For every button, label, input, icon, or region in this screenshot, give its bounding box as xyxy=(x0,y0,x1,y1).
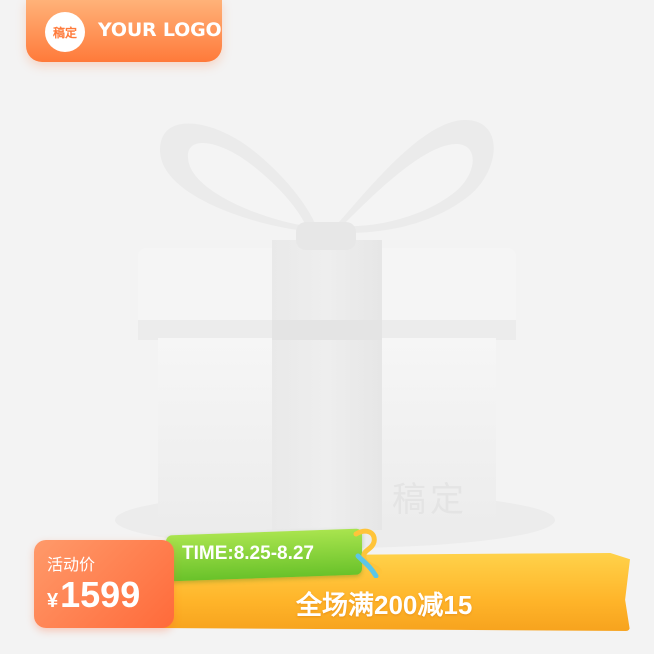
logo-mark: 稿定 xyxy=(45,12,85,52)
price-value: ¥1599 xyxy=(47,574,140,616)
ribbon-curl-icon xyxy=(353,528,383,578)
currency-symbol: ¥ xyxy=(47,590,59,612)
logo-text: YOUR LOGO xyxy=(98,19,222,41)
price-label: 活动价 xyxy=(47,555,96,574)
time-text: TIME:8.25-8.27 xyxy=(182,543,314,564)
watermark-text: 稿定 xyxy=(392,480,468,520)
price-number: 1599 xyxy=(60,574,141,615)
promo-text: 全场满200减15 xyxy=(296,590,473,620)
product-canvas: 稿定 稿定 YOUR LOGO 全场满200减15 TIME:8.25-8.27… xyxy=(0,0,654,654)
